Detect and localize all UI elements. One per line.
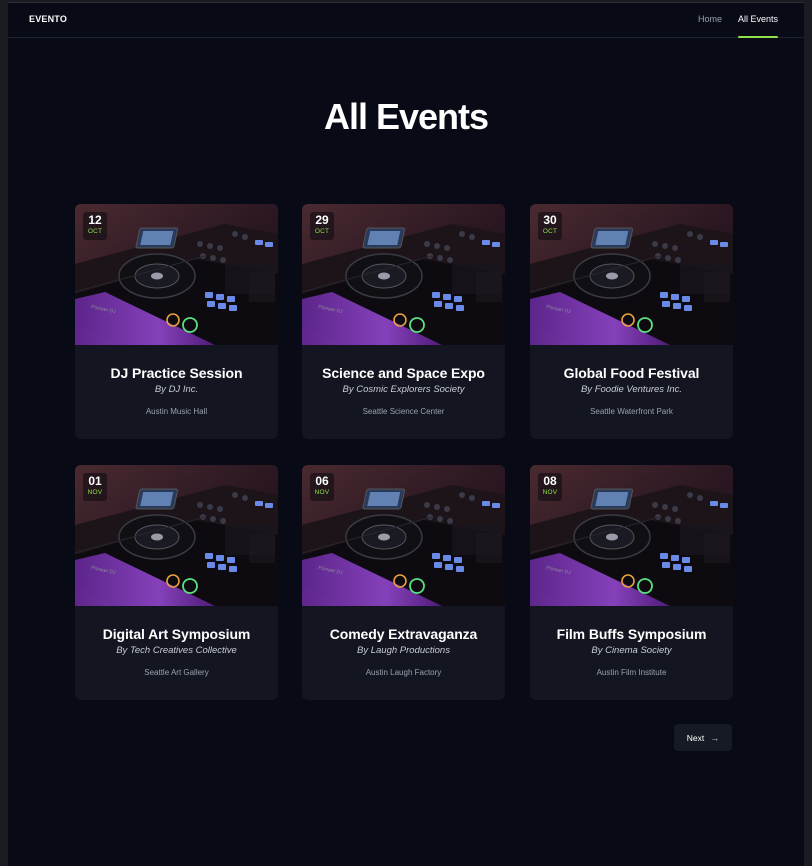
event-card[interactable]: Pioneer DJ 12 OCT DJ Practice Session By… [75,204,278,439]
event-title[interactable]: Global Food Festival [530,365,733,381]
event-organizer: By DJ Inc. [154,384,199,395]
event-organizer: By Cosmic Explorers Society [342,384,465,395]
event-month: OCT [87,228,103,235]
arrow-right-icon: → [710,732,720,743]
event-month: NOV [87,489,103,496]
event-info: Film Buffs Symposium By Cinema Society A… [530,606,733,700]
next-label: Next [686,732,705,743]
event-info: DJ Practice Session By DJ Inc. Austin Mu… [75,345,278,439]
event-venue: Seattle Art Gallery [144,668,209,677]
event-organizer: By Foodie Ventures Inc. [580,384,683,395]
nav-link-home[interactable]: Home [698,3,722,38]
event-day: 08 [543,474,557,488]
event-date-badge: 06 NOV [310,473,334,501]
event-day: 06 [315,474,329,488]
event-image: Pioneer DJ 08 NOV [530,465,733,606]
event-image: Pioneer DJ 29 OCT [302,204,505,345]
top-nav-bar: EVENTO Home All Events [8,3,804,38]
events-grid: Pioneer DJ 12 OCT DJ Practice Session By… [75,204,733,700]
brand-logo[interactable]: EVENTO [29,14,67,24]
event-title[interactable]: Science and Space Expo [302,365,505,381]
app-frame: EVENTO Home All Events All Events Pionee… [8,2,804,866]
event-image: Pioneer DJ 12 OCT [75,204,278,345]
event-card[interactable]: Pioneer DJ 30 OCT Global Food Festival B… [530,204,733,439]
event-info: Comedy Extravaganza By Laugh Productions… [302,606,505,700]
event-card[interactable]: Pioneer DJ 29 OCT Science and Space Expo… [302,204,505,439]
event-date-badge: 29 OCT [310,212,334,240]
event-date-badge: 01 NOV [83,473,107,501]
event-card[interactable]: Pioneer DJ 08 NOV Film Buffs Symposium B… [530,465,733,700]
event-image: Pioneer DJ 30 OCT [530,204,733,345]
next-page-button[interactable]: Next → [674,724,732,751]
event-venue: Austin Music Hall [145,407,208,416]
event-venue: Austin Laugh Factory [365,668,442,677]
event-card[interactable]: Pioneer DJ 06 NOV Comedy Extravaganza By… [302,465,505,700]
event-image: Pioneer DJ 06 NOV [302,465,505,606]
event-day: 01 [88,474,102,488]
event-month: OCT [314,228,330,235]
event-date-badge: 08 NOV [538,473,562,501]
event-venue: Seattle Science Center [362,407,445,416]
event-card[interactable]: Pioneer DJ 01 NOV Digital Art Symposium … [75,465,278,700]
nav-link-all-events[interactable]: All Events [737,3,779,38]
event-organizer: By Tech Creatives Collective [116,645,237,656]
event-month: NOV [314,489,330,496]
event-day: 12 [88,213,102,227]
event-title[interactable]: Digital Art Symposium [75,626,278,642]
event-image: Pioneer DJ 01 NOV [75,465,278,606]
event-title[interactable]: Comedy Extravaganza [302,626,505,642]
event-venue: Austin Film Institute [596,668,667,677]
page-title: All Events [323,96,489,137]
event-day: 30 [543,213,557,227]
main-nav: Home All Events [682,3,779,38]
event-title[interactable]: Film Buffs Symposium [530,626,733,642]
event-organizer: By Cinema Society [591,645,672,656]
event-day: 29 [315,213,329,227]
event-info: Global Food Festival By Foodie Ventures … [530,345,733,439]
event-month: OCT [542,228,558,235]
event-month: NOV [542,489,558,496]
event-info: Digital Art Symposium By Tech Creatives … [75,606,278,700]
event-organizer: By Laugh Productions [357,645,450,656]
event-title[interactable]: DJ Practice Session [75,365,278,381]
event-info: Science and Space Expo By Cosmic Explore… [302,345,505,439]
event-date-badge: 12 OCT [83,212,107,240]
event-date-badge: 30 OCT [538,212,562,240]
event-venue: Seattle Waterfront Park [590,407,673,416]
